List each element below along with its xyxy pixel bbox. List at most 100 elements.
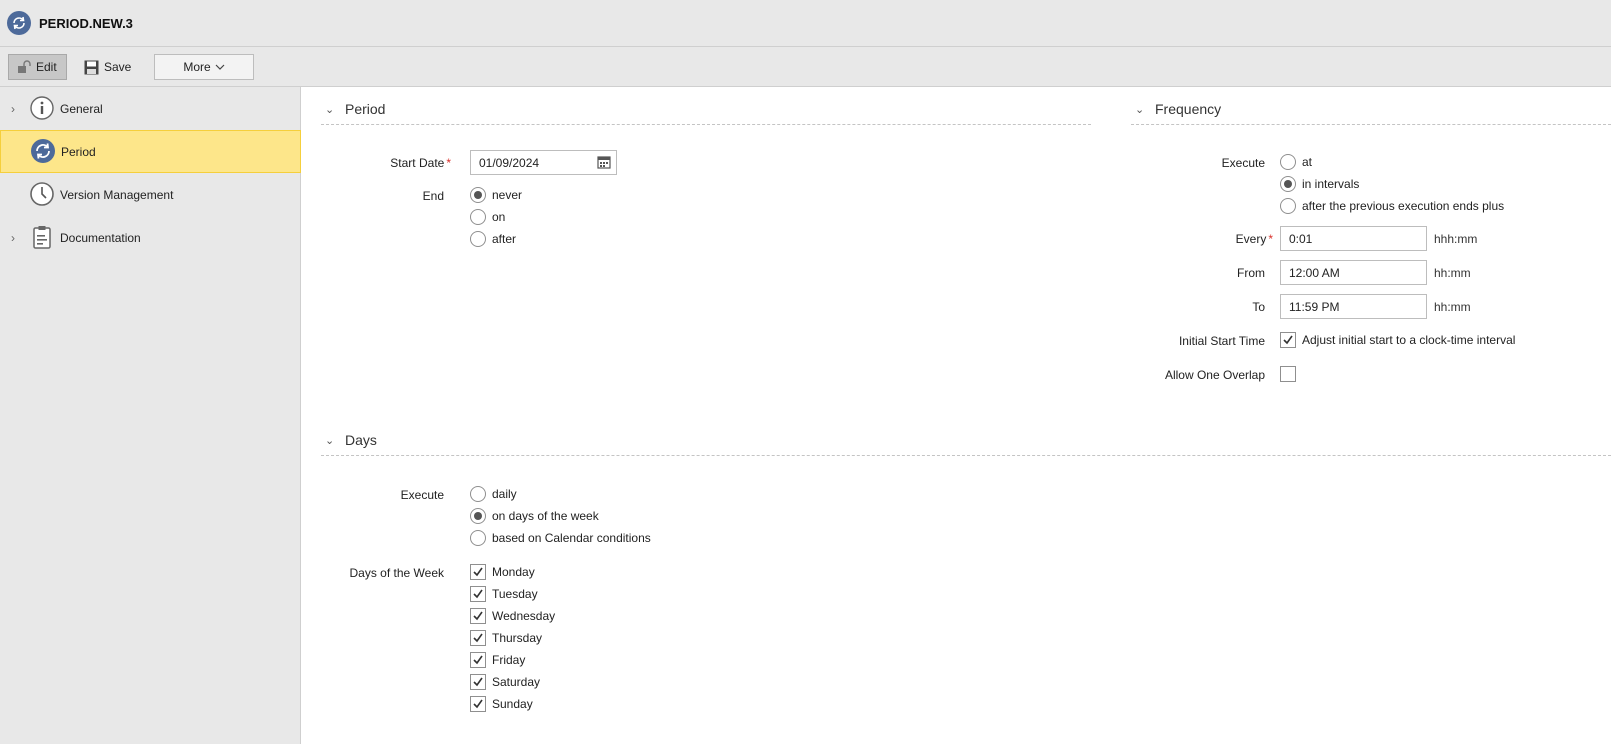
to-input[interactable] [1280,294,1427,319]
from-unit: hh:mm [1434,266,1471,280]
sidebar-item-documentation[interactable]: › Documentation [0,216,301,259]
execute-option-after-previous[interactable]: after the previous execution ends plus [1280,198,1504,214]
radio-button[interactable] [470,486,486,502]
radio-button[interactable] [470,209,486,225]
checkbox[interactable] [470,586,486,602]
option-label: after the previous execution ends plus [1302,199,1505,213]
checkbox[interactable] [470,564,486,580]
checkbox[interactable] [470,674,486,690]
checkmark-icon [473,677,483,687]
checkbox[interactable] [470,696,486,712]
checkmark-icon [473,699,483,709]
chevron-down-icon [215,64,225,70]
checkmark-icon [473,633,483,643]
sidebar-item-version-management[interactable]: Version Management [0,173,301,216]
sidebar-item-label: Version Management [60,187,174,202]
execute-option-in-intervals[interactable]: in intervals [1280,176,1359,192]
frequency-execute-label: Execute [1221,156,1265,170]
to-label: To [1252,300,1265,314]
option-label: on [492,210,506,224]
checkbox[interactable] [470,630,486,646]
chevron-down-icon: ⌄ [1135,104,1145,116]
option-label: on days of the week [492,509,599,523]
sidebar-item-general[interactable]: › General [0,87,301,130]
more-button[interactable]: More [154,54,254,80]
edit-label: Edit [36,60,57,74]
every-label-text: Every [1235,232,1267,246]
chevron-right-icon: › [11,230,15,245]
end-option-never[interactable]: never [470,187,522,203]
option-label: Tuesday [492,587,538,601]
required-marker: * [1268,232,1273,246]
days-of-week-label: Days of the Week [349,566,445,580]
radio-button[interactable] [1280,154,1296,170]
start-date-field [470,150,617,175]
days-section-header[interactable]: ⌄ Days [321,430,1611,456]
radio-button[interactable] [470,231,486,247]
every-unit: hhh:mm [1434,232,1478,246]
checkmark-icon [473,655,483,665]
to-unit: hh:mm [1434,300,1471,314]
option-label: Adjust initial start to a clock-time int… [1302,333,1516,347]
checkmark-icon [473,589,483,599]
end-option-on[interactable]: on [470,209,505,225]
option-label: Saturday [492,675,541,689]
clipboard-icon [33,226,51,249]
sidebar-item-label: Documentation [60,230,141,245]
days-option-daily[interactable]: daily [470,486,517,502]
radio-button[interactable] [1280,198,1296,214]
days-option-calendar-conditions[interactable]: based on Calendar conditions [470,530,651,546]
checkbox[interactable] [1280,332,1296,348]
chevron-right-icon: › [11,101,15,116]
radio-button[interactable] [1280,176,1296,192]
radio-button[interactable] [470,530,486,546]
period-app-icon [7,11,31,35]
initial-start-time-label: Initial Start Time [1178,334,1265,348]
option-label: after [492,232,517,246]
calendar-icon[interactable] [597,155,611,169]
weekday-friday[interactable]: Friday [470,652,525,668]
end-label: End [422,189,444,203]
option-label: Sunday [492,697,533,711]
end-option-after[interactable]: after [470,231,516,247]
initial-start-checkbox-row[interactable]: Adjust initial start to a clock-time int… [1280,332,1515,348]
option-label: Wednesday [492,609,556,623]
from-input[interactable] [1280,260,1427,285]
frequency-section-header[interactable]: ⌄ Frequency [1131,99,1611,125]
info-icon [30,96,54,120]
start-date-input[interactable] [470,150,617,175]
weekday-tuesday[interactable]: Tuesday [470,586,538,602]
section-title: Period [345,101,386,117]
option-label: Thursday [492,631,543,645]
option-label: never [492,188,523,202]
option-label: daily [492,487,517,501]
checkmark-icon [473,611,483,621]
days-option-days-of-week[interactable]: on days of the week [470,508,599,524]
checkbox[interactable] [470,608,486,624]
period-section-header[interactable]: ⌄ Period [321,99,1091,125]
weekday-sunday[interactable]: Sunday [470,696,533,712]
radio-button[interactable] [470,508,486,524]
start-date-label: Start Date * [390,156,451,170]
sidebar-item-label: Period [61,144,96,159]
every-input[interactable] [1280,226,1427,251]
chevron-down-icon: ⌄ [325,104,335,116]
chevron-down-icon: ⌄ [325,435,335,447]
execute-option-at[interactable]: at [1280,154,1312,170]
save-button[interactable]: Save [76,54,139,80]
sidebar-item-period[interactable]: Period [0,130,301,173]
checkbox[interactable] [1280,366,1296,382]
option-label: at [1302,155,1313,169]
more-label: More [183,60,211,74]
radio-button[interactable] [470,187,486,203]
required-marker: * [446,156,451,170]
weekday-wednesday[interactable]: Wednesday [470,608,555,624]
sidebar-item-label: General [60,101,103,116]
weekday-monday[interactable]: Monday [470,564,535,580]
checkbox[interactable] [470,652,486,668]
checkmark-icon [1283,335,1293,345]
allow-one-overlap-checkbox-row[interactable] [1280,366,1296,382]
weekday-thursday[interactable]: Thursday [470,630,542,646]
edit-button[interactable]: Edit [8,54,67,80]
weekday-saturday[interactable]: Saturday [470,674,540,690]
